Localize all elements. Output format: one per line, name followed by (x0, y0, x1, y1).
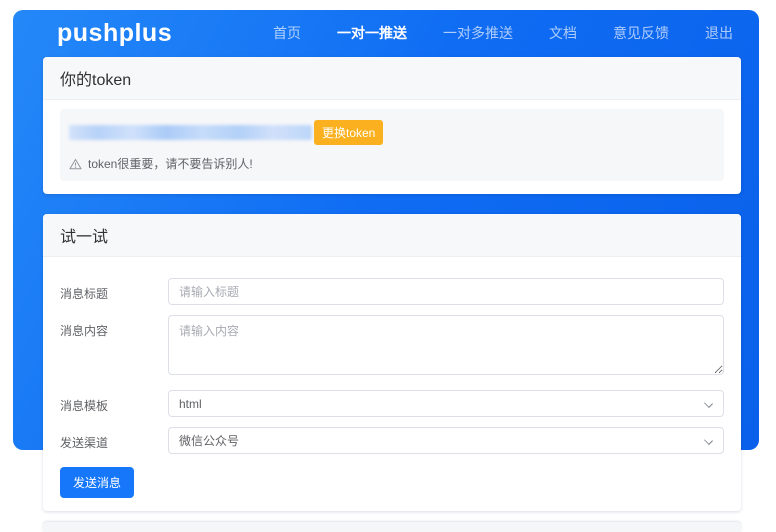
token-value-redacted (69, 125, 312, 140)
nav-item-logout[interactable]: 退出 (705, 23, 733, 43)
title-label: 消息标题 (60, 278, 168, 302)
nav-item-home[interactable]: 首页 (273, 23, 301, 43)
channel-select[interactable]: 微信公众号 (168, 427, 724, 454)
token-row: 更换token (69, 120, 712, 145)
token-card: 你的token 更换token token很重要，请不要告诉别人! (43, 57, 741, 194)
template-selected-value: html (179, 397, 202, 411)
nav-item-one-to-one[interactable]: 一对一推送 (337, 23, 407, 43)
try-card: 试一试 消息标题 消息内容 消息模板 (43, 214, 741, 511)
page-background: pushplus 首页 一对一推送 一对多推送 文档 意见反馈 退出 你的tok… (13, 10, 759, 450)
form-row-template: 消息模板 html (60, 390, 724, 417)
channel-selected-value: 微信公众号 (179, 432, 239, 449)
token-card-title: 你的token (43, 57, 741, 100)
token-warning-text: token很重要，请不要告诉别人! (88, 155, 253, 172)
nav-menu: 首页 一对一推送 一对多推送 文档 意见反馈 退出 (273, 23, 733, 43)
form-row-channel: 发送渠道 微信公众号 (60, 427, 724, 454)
brand-logo[interactable]: pushplus (57, 19, 172, 48)
try-card-body: 消息标题 消息内容 消息模板 html (43, 257, 741, 511)
top-nav: pushplus 首页 一对一推送 一对多推送 文档 意见反馈 退出 (13, 10, 759, 56)
try-card-title: 试一试 (43, 214, 741, 257)
change-token-button[interactable]: 更换token (314, 120, 383, 145)
nav-item-docs[interactable]: 文档 (549, 23, 577, 43)
nav-item-one-to-many[interactable]: 一对多推送 (443, 23, 513, 43)
template-select[interactable]: html (168, 390, 724, 417)
channel-label: 发送渠道 (60, 427, 168, 451)
token-panel: 更换token token很重要，请不要告诉别人! (60, 109, 724, 181)
title-input[interactable] (168, 278, 724, 305)
chevron-down-icon (704, 436, 713, 445)
content-textarea[interactable] (168, 315, 724, 375)
next-card-top-edge (43, 522, 741, 532)
warning-triangle-icon (69, 158, 82, 170)
send-message-button[interactable]: 发送消息 (60, 467, 134, 498)
form-row-content: 消息内容 (60, 315, 724, 380)
main-content: 你的token 更换token token很重要，请不要告诉别人! (13, 56, 759, 532)
content-label: 消息内容 (60, 315, 168, 339)
token-card-body: 更换token token很重要，请不要告诉别人! (43, 100, 741, 194)
token-warning: token很重要，请不要告诉别人! (69, 155, 712, 172)
template-label: 消息模板 (60, 390, 168, 414)
form-row-title: 消息标题 (60, 278, 724, 305)
nav-item-feedback[interactable]: 意见反馈 (613, 23, 669, 43)
chevron-down-icon (704, 399, 713, 408)
